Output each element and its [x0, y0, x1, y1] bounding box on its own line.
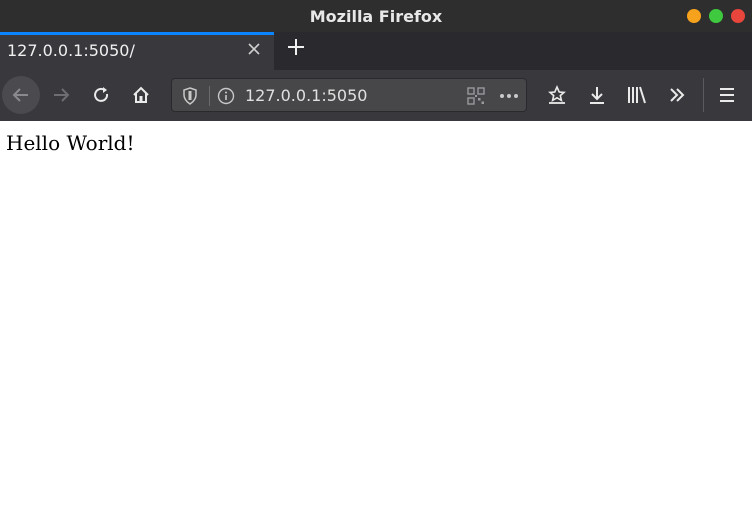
window-title: Mozilla Firefox: [309, 7, 443, 26]
overflow-icon[interactable]: [658, 76, 696, 114]
download-icon[interactable]: [578, 76, 616, 114]
close-window-button[interactable]: [731, 9, 745, 23]
tab-strip: 127.0.0.1:5050/: [0, 32, 752, 70]
info-icon[interactable]: [216, 86, 236, 106]
url-text[interactable]: 127.0.0.1:5050: [245, 86, 367, 105]
qr-code-icon[interactable]: [466, 86, 486, 106]
tab-close-icon[interactable]: [244, 41, 264, 61]
menu-icon[interactable]: [708, 76, 746, 114]
more-icon[interactable]: [499, 86, 519, 106]
tab-active-indicator: [0, 32, 274, 35]
library-icon[interactable]: [618, 76, 656, 114]
navigation-toolbar: 127.0.0.1:5050: [0, 70, 752, 121]
new-tab-button[interactable]: [284, 37, 308, 61]
url-bar[interactable]: 127.0.0.1:5050: [171, 78, 527, 112]
minimize-button[interactable]: [687, 9, 701, 23]
tab-active[interactable]: 127.0.0.1:5050/: [0, 32, 274, 70]
back-icon[interactable]: [2, 76, 40, 114]
title-bar: Mozilla Firefox: [0, 0, 752, 32]
toolbar-divider: [703, 78, 704, 112]
forward-icon[interactable]: [42, 76, 80, 114]
reload-icon[interactable]: [82, 76, 120, 114]
page-body-text: Hello World!: [6, 131, 135, 155]
home-icon[interactable]: [122, 76, 160, 114]
maximize-button[interactable]: [709, 9, 723, 23]
shield-icon[interactable]: [180, 86, 200, 106]
url-bar-divider: [209, 86, 210, 106]
bookmark-icon[interactable]: [538, 76, 576, 114]
tab-label: 127.0.0.1:5050/: [7, 41, 135, 60]
page-content: Hello World!: [0, 121, 752, 528]
plus-icon: [288, 39, 304, 55]
